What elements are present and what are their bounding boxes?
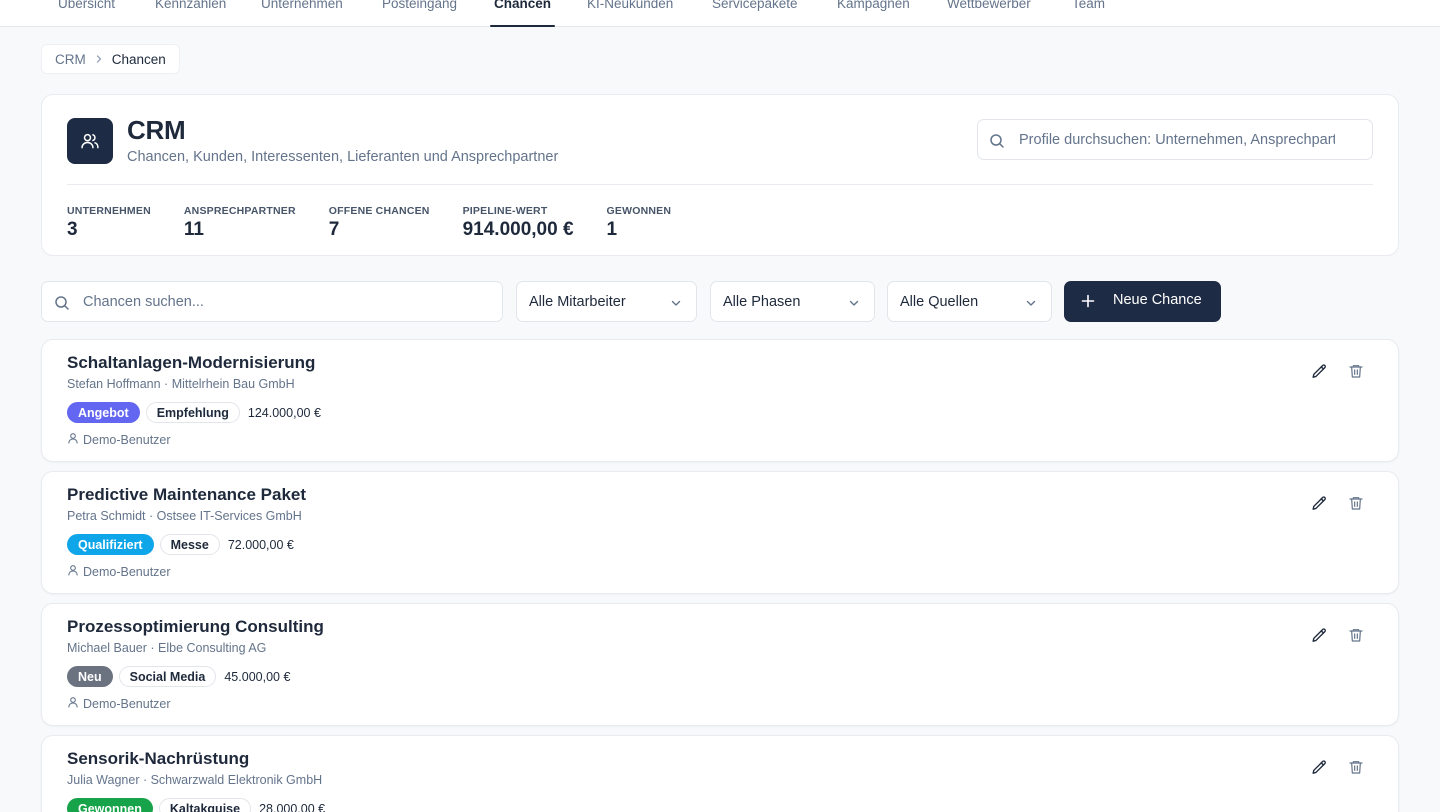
opportunity-search-box bbox=[41, 281, 503, 322]
stat-label: GEWONNEN bbox=[606, 205, 672, 217]
chevron-down-icon bbox=[848, 297, 860, 313]
source-filter-value: Alle Quellen bbox=[900, 293, 979, 310]
delete-trash-icon[interactable] bbox=[1345, 492, 1367, 514]
tab-posteingang[interactable]: Posteingang bbox=[382, 0, 457, 27]
opportunity-search-input[interactable] bbox=[83, 282, 493, 321]
profile-search-box bbox=[977, 119, 1373, 160]
stat-ansprechpartner: ANSPRECHPARTNER 11 bbox=[184, 205, 296, 241]
owner-name: Demo-Benutzer bbox=[83, 696, 171, 711]
user-icon bbox=[67, 564, 79, 579]
opportunity-amount: 45.000,00 € bbox=[224, 669, 291, 684]
opportunity-title: Prozessoptimierung Consulting bbox=[67, 617, 324, 636]
owner-name: Demo-Benutzer bbox=[83, 564, 171, 579]
delete-trash-icon[interactable] bbox=[1345, 756, 1367, 778]
stat-unternehmen: UNTERNEHMEN 3 bbox=[67, 205, 151, 241]
opportunity-card[interactable]: Sensorik-Nachrüstung Julia Wagner · Schw… bbox=[41, 735, 1399, 812]
employee-filter-value: Alle Mitarbeiter bbox=[529, 293, 626, 310]
tab-team[interactable]: Team bbox=[1072, 0, 1105, 27]
top-navigation: Übersicht Kennzahlen Unternehmen Postein… bbox=[0, 0, 1440, 27]
tab-wettbewerber[interactable]: Wettbewerber bbox=[947, 0, 1031, 27]
user-icon bbox=[67, 696, 79, 711]
opportunity-amount: 28.000,00 € bbox=[259, 801, 326, 812]
chevron-down-icon bbox=[670, 297, 682, 313]
user-icon bbox=[67, 432, 79, 447]
stat-value: 11 bbox=[183, 219, 204, 240]
opportunity-title: Predictive Maintenance Paket bbox=[67, 485, 307, 504]
tab-kampagnen[interactable]: Kampagnen bbox=[837, 0, 910, 27]
stats-row: UNTERNEHMEN 3 ANSPRECHPARTNER 11 OFFENE … bbox=[67, 205, 704, 241]
edit-pencil-icon[interactable] bbox=[1308, 756, 1330, 778]
chevron-down-icon bbox=[1025, 297, 1037, 313]
new-opportunity-label: Neue Chance bbox=[1113, 292, 1202, 308]
tab-kennzahlen[interactable]: Kennzahlen bbox=[155, 0, 226, 27]
phase-badge: Angebot bbox=[67, 402, 140, 423]
stat-value: 7 bbox=[328, 219, 340, 240]
opportunity-amount: 124.000,00 € bbox=[247, 405, 321, 420]
source-badge: Empfehlung bbox=[145, 402, 240, 423]
chevron-right-icon bbox=[94, 54, 104, 64]
stat-value: 1 bbox=[606, 219, 618, 240]
phase-badge: Qualifiziert bbox=[67, 534, 154, 555]
employee-filter-select[interactable]: Alle Mitarbeiter bbox=[516, 281, 697, 322]
stat-offene-chancen: OFFENE CHANCEN 7 bbox=[329, 205, 430, 241]
phase-filter-value: Alle Phasen bbox=[723, 293, 801, 310]
source-filter-select[interactable]: Alle Quellen bbox=[887, 281, 1052, 322]
search-icon bbox=[989, 133, 1005, 154]
tab-unternehmen[interactable]: Unternehmen bbox=[261, 0, 343, 27]
plus-icon bbox=[1081, 294, 1095, 312]
tab-ki-neukunden[interactable]: KI-Neukunden bbox=[587, 0, 673, 27]
edit-pencil-icon[interactable] bbox=[1308, 624, 1330, 646]
delete-trash-icon[interactable] bbox=[1345, 360, 1367, 382]
opportunity-title: Schaltanlagen-Modernisierung bbox=[67, 353, 316, 372]
phase-badge: Gewonnen bbox=[67, 798, 153, 812]
page-title: CRM bbox=[127, 115, 186, 145]
owner-name: Demo-Benutzer bbox=[83, 432, 171, 447]
opportunity-owner: Demo-Benutzer bbox=[67, 564, 171, 579]
tab-uebersicht[interactable]: Übersicht bbox=[58, 0, 115, 27]
edit-pencil-icon[interactable] bbox=[1308, 492, 1330, 514]
source-badge: Messe bbox=[159, 534, 220, 555]
stat-pipeline-wert: PIPELINE-WERT 914.000,00 € bbox=[463, 205, 574, 241]
opportunity-card[interactable]: Schaltanlagen-Modernisierung Stefan Hoff… bbox=[41, 339, 1399, 462]
stat-gewonnen: GEWONNEN 1 bbox=[607, 205, 672, 241]
stat-label: ANSPRECHPARTNER bbox=[183, 205, 296, 217]
opportunity-tags: Angebot Empfehlung 124.000,00 € bbox=[67, 402, 321, 423]
stat-label: OFFENE CHANCEN bbox=[328, 205, 430, 217]
opportunity-contact: Petra Schmidt · Ostsee IT-Services GmbH bbox=[67, 509, 302, 523]
new-opportunity-button[interactable]: Neue Chance bbox=[1064, 281, 1221, 322]
opportunity-card[interactable]: Predictive Maintenance Paket Petra Schmi… bbox=[41, 471, 1399, 594]
edit-pencil-icon[interactable] bbox=[1308, 360, 1330, 382]
delete-trash-icon[interactable] bbox=[1345, 624, 1367, 646]
opportunity-contact: Stefan Hoffmann · Mittelrhein Bau GmbH bbox=[67, 377, 295, 391]
crm-header-card: CRM Chancen, Kunden, Interessenten, Lief… bbox=[41, 94, 1399, 256]
tab-chancen[interactable]: Chancen bbox=[489, 0, 556, 27]
breadcrumb: CRM Chancen bbox=[41, 44, 180, 74]
phase-filter-select[interactable]: Alle Phasen bbox=[710, 281, 875, 322]
header-divider bbox=[67, 184, 1373, 185]
source-badge: Kaltakquise bbox=[158, 798, 252, 812]
stat-label: UNTERNEHMEN bbox=[67, 205, 151, 217]
opportunity-tags: Gewonnen Kaltakquise 28.000,00 € bbox=[67, 798, 325, 812]
source-badge: Social Media bbox=[118, 666, 217, 687]
search-icon bbox=[54, 295, 70, 316]
stat-value: 3 bbox=[67, 219, 78, 240]
opportunity-amount: 72.000,00 € bbox=[227, 537, 294, 552]
opportunity-owner: Demo-Benutzer bbox=[67, 432, 171, 447]
stat-value: 914.000,00 € bbox=[462, 219, 574, 240]
opportunity-title: Sensorik-Nachrüstung bbox=[67, 749, 250, 768]
breadcrumb-current: Chancen bbox=[111, 51, 166, 67]
breadcrumb-crm[interactable]: CRM bbox=[55, 52, 86, 67]
opportunity-tags: Qualifiziert Messe 72.000,00 € bbox=[67, 534, 294, 555]
opportunity-tags: Neu Social Media 45.000,00 € bbox=[67, 666, 290, 687]
opportunity-contact: Julia Wagner · Schwarzwald Elektronik Gm… bbox=[67, 773, 323, 787]
tab-servicepakete[interactable]: Servicepakete bbox=[712, 0, 798, 27]
phase-badge: Neu bbox=[67, 666, 113, 687]
profile-search-input[interactable] bbox=[1019, 120, 1335, 159]
users-icon bbox=[67, 118, 113, 164]
opportunity-owner: Demo-Benutzer bbox=[67, 696, 171, 711]
opportunity-contact: Michael Bauer · Elbe Consulting AG bbox=[67, 641, 267, 655]
stat-label: PIPELINE-WERT bbox=[462, 205, 548, 217]
opportunity-card[interactable]: Prozessoptimierung Consulting Michael Ba… bbox=[41, 603, 1399, 726]
page-subtitle: Chancen, Kunden, Interessenten, Lieferan… bbox=[127, 149, 559, 165]
